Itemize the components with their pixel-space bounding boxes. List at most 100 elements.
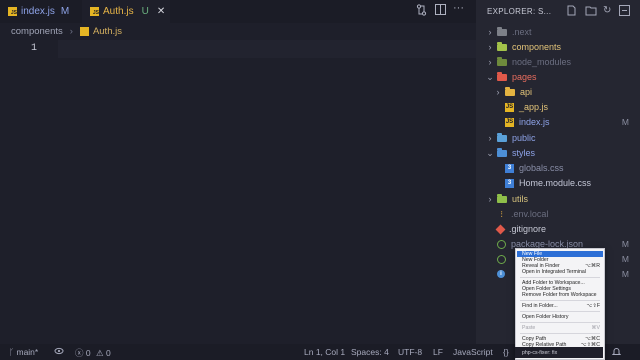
ctx-label: Find in Folder... xyxy=(522,303,558,309)
ctx-open-in-terminal[interactable]: Open in Integrated Terminal xyxy=(522,269,600,275)
folder-icon xyxy=(497,132,507,142)
tree-folder-node-modules[interactable]: › node_modules xyxy=(486,55,571,69)
tree-folder-utils[interactable]: › utils xyxy=(486,192,528,206)
tree-folder-styles[interactable]: ⌄ styles xyxy=(486,146,535,160)
tree-item-label: public xyxy=(512,133,536,143)
tab-untracked-badge: U xyxy=(141,6,149,17)
tree-folder-components[interactable]: › components xyxy=(486,40,561,54)
tree-item-label: styles xyxy=(512,148,536,158)
tree-folder-public[interactable]: › public xyxy=(486,131,536,145)
tree-file-gitignore[interactable]: .gitignore xyxy=(495,222,547,236)
tree-file-app-js[interactable]: JS _app.js xyxy=(505,100,548,114)
chevron-right-icon: › xyxy=(488,27,492,37)
ctx-divider xyxy=(520,277,600,278)
chevron-right-icon: › xyxy=(488,57,492,67)
tab-label: index.js xyxy=(21,6,55,17)
close-tab-icon[interactable]: ✕ xyxy=(157,6,165,17)
tree-item-label: api xyxy=(520,87,533,97)
ctx-divider xyxy=(520,311,600,312)
breadcrumb-folder[interactable]: components xyxy=(11,26,63,37)
indentation[interactable]: Spaces: 4 xyxy=(351,347,389,357)
chevron-right-icon: › xyxy=(488,194,492,204)
branch-name: main* xyxy=(16,347,39,357)
modified-badge: M xyxy=(621,254,629,264)
js-file-icon: JS xyxy=(8,7,17,16)
tree-item-label: .gitignore xyxy=(509,224,547,234)
tree-folder-next[interactable]: › .next xyxy=(486,25,532,39)
tab-index-js[interactable]: JS index.js M xyxy=(8,0,69,23)
ctx-open-folder-history[interactable]: Open Folder History xyxy=(522,314,600,320)
split-editor-icon[interactable] xyxy=(435,4,446,18)
chevron-right-icon: › xyxy=(69,26,73,37)
tab-modified-badge: M xyxy=(60,6,70,17)
settings-icon: ⫶ xyxy=(500,209,503,219)
more-actions-icon[interactable]: ··· xyxy=(453,2,464,14)
git-icon xyxy=(495,224,506,234)
problems-indicator[interactable]: ⓧ 0 ⚠ 0 xyxy=(75,347,111,359)
css-file-icon: 3 xyxy=(505,178,514,188)
folder-icon xyxy=(497,71,507,81)
tree-item-label: utils xyxy=(512,194,529,204)
tree-folder-api[interactable]: › api xyxy=(494,85,532,99)
new-folder-icon[interactable] xyxy=(585,5,597,19)
js-file-icon: JS xyxy=(505,117,514,127)
editor-area[interactable]: JS index.js M JS Auth.js U ✕ ··· compone… xyxy=(0,0,476,344)
tree-file-readme[interactable]: i xyxy=(497,267,510,281)
ctx-divider xyxy=(520,300,600,301)
context-menu: New File New Folder Reveal in Finder ⌥⌘R … xyxy=(515,248,605,360)
refresh-icon[interactable]: ↻ xyxy=(603,5,611,16)
language-mode[interactable]: JavaScript xyxy=(453,347,493,357)
warning-count: 0 xyxy=(106,348,111,358)
ctx-paste[interactable]: Paste ⌘V xyxy=(522,325,600,331)
chevron-right-icon: › xyxy=(488,133,492,143)
current-line-highlight xyxy=(58,40,476,58)
line-number: 1 xyxy=(31,43,38,54)
ctx-label: Remove Folder from Workspace xyxy=(522,292,597,298)
folder-icon xyxy=(505,86,515,96)
modified-badge: M xyxy=(621,239,629,249)
tree-file-index-js[interactable]: JS index.js xyxy=(505,115,550,129)
tab-label: Auth.js xyxy=(103,6,134,17)
node-icon xyxy=(497,239,506,249)
folder-icon xyxy=(497,193,507,203)
ctx-divider xyxy=(520,322,600,323)
tree-item-label: pages xyxy=(512,72,537,82)
error-icon: ⓧ xyxy=(75,348,84,358)
tree-file-package-json[interactable] xyxy=(497,252,511,266)
breadcrumb-file[interactable]: Auth.js xyxy=(93,26,122,37)
tree-folder-pages[interactable]: ⌄ pages xyxy=(486,70,537,84)
tree-file-env-local[interactable]: ⫶ .env.local xyxy=(497,207,549,221)
branch-indicator[interactable]: ᚴ main* xyxy=(9,347,38,357)
explorer-title: EXPLORER: S... xyxy=(487,7,552,16)
bell-icon[interactable] xyxy=(611,347,622,358)
branch-icon: ᚴ xyxy=(9,347,15,357)
chevron-down-icon: ⌄ xyxy=(486,147,494,158)
js-file-icon xyxy=(79,27,89,36)
chevron-right-icon: › xyxy=(496,87,500,97)
braces-icon[interactable]: {} xyxy=(503,347,509,357)
info-icon: i xyxy=(497,270,505,278)
tree-file-home-module-css[interactable]: 3 Home.module.css xyxy=(505,176,591,190)
folder-icon xyxy=(497,147,507,157)
ctx-label: php-cs-fixer: fix xyxy=(522,349,558,356)
ctx-find-in-folder[interactable]: Find in Folder... ⌥⇧F xyxy=(522,303,600,309)
line-ending[interactable]: LF xyxy=(433,347,443,357)
tree-item-label: index.js xyxy=(519,117,550,127)
js-file-icon: JS xyxy=(505,102,514,112)
tree-item-label: globals.css xyxy=(519,163,564,173)
compare-changes-icon[interactable] xyxy=(416,4,427,19)
ctx-php-cs-fixer[interactable]: php-cs-fixer: fix xyxy=(515,347,603,358)
ctx-label: Open Folder History xyxy=(522,314,569,320)
live-share-icon[interactable] xyxy=(54,347,64,357)
tab-auth-js[interactable]: JS Auth.js U ✕ xyxy=(82,0,170,23)
chevron-right-icon: › xyxy=(488,42,492,52)
css-file-icon: 3 xyxy=(505,163,514,173)
ctx-remove-folder-from-workspace[interactable]: Remove Folder from Workspace xyxy=(522,292,600,298)
tree-file-globals-css[interactable]: 3 globals.css xyxy=(505,161,564,175)
error-count: 0 xyxy=(85,348,91,358)
new-file-icon[interactable] xyxy=(566,5,577,19)
breadcrumb: components › Auth.js xyxy=(11,26,122,37)
encoding[interactable]: UTF-8 xyxy=(398,347,422,357)
cursor-position[interactable]: Ln 1, Col 1 xyxy=(304,347,345,357)
collapse-all-icon[interactable] xyxy=(619,5,630,19)
